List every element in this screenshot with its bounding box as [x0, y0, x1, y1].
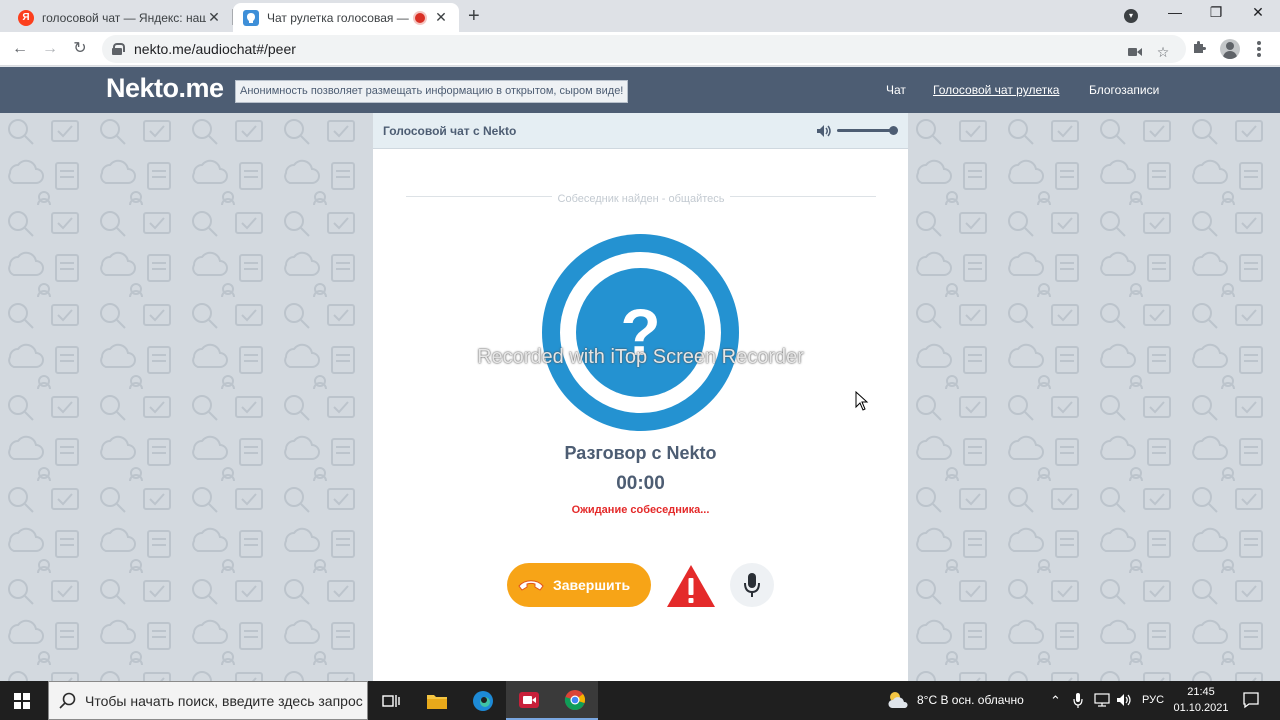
- back-button[interactable]: ←: [9, 38, 31, 60]
- tab-title: голосовой чат — Яндекс: нашлось: [42, 10, 206, 25]
- windows-start-icon[interactable]: [14, 693, 30, 709]
- microphone-tray-icon[interactable]: [1073, 693, 1083, 709]
- microphone-button[interactable]: [730, 563, 774, 607]
- new-tab-button[interactable]: +: [468, 5, 480, 28]
- search-placeholder: Чтобы начать поиск, введите здесь запрос: [85, 692, 363, 709]
- reload-button[interactable]: ↻: [69, 38, 91, 60]
- address-bar[interactable]: nekto.me/audiochat#/peer ☆: [102, 35, 1186, 63]
- restore-window-button[interactable]: ❐: [1201, 4, 1231, 21]
- volume-slider[interactable]: [837, 129, 895, 132]
- windows-taskbar: Чтобы начать поиск, введите здесь запрос…: [0, 681, 1280, 720]
- conversation-title: Разговор с Nekto: [564, 443, 717, 463]
- call-timer: 00:00: [616, 473, 665, 494]
- volume-icon[interactable]: [816, 124, 832, 138]
- nav-link-voice-roulette[interactable]: Голосовой чат рулетка: [933, 83, 1059, 97]
- mouse-cursor-icon: [855, 391, 869, 411]
- edge-browser-icon[interactable]: [460, 681, 506, 720]
- end-call-label: Завершить: [553, 577, 631, 593]
- report-warning-icon[interactable]: [665, 563, 717, 609]
- close-tab-icon[interactable]: ✕: [433, 9, 449, 26]
- nekto-icon: [243, 9, 259, 26]
- tab-yandex-search[interactable]: Я голосовой чат — Яндекс: нашлось ✕: [8, 3, 232, 32]
- browser-menu-icon[interactable]: [1257, 41, 1261, 59]
- doodle-pattern: [0, 113, 373, 681]
- notifications-icon[interactable]: [1242, 691, 1260, 709]
- close-window-button[interactable]: ✕: [1243, 4, 1273, 21]
- url-text[interactable]: nekto.me/audiochat#/peer: [134, 41, 296, 57]
- forward-button[interactable]: →: [39, 38, 61, 60]
- clock-date: 01.10.2021: [1173, 702, 1229, 714]
- status-divider: Собеседник найден - общайтесь: [406, 189, 876, 207]
- tab-nekto-audiochat[interactable]: Чат рулетка голосовая — Nekto ✕: [233, 3, 459, 32]
- end-call-button[interactable]: Завершить: [507, 563, 651, 607]
- taskbar-search-box[interactable]: Чтобы начать поиск, введите здесь запрос: [48, 681, 368, 720]
- profile-avatar[interactable]: [1220, 39, 1240, 59]
- minimize-window-button[interactable]: —: [1160, 4, 1190, 20]
- nav-link-chat[interactable]: Чат: [886, 83, 906, 97]
- background-pattern-left: [0, 113, 373, 681]
- panel-title: Голосовой чат с Nekto: [383, 124, 517, 138]
- clock-time: 21:45: [1187, 686, 1215, 698]
- lock-icon[interactable]: [112, 43, 125, 55]
- status-divider-text: Собеседник найден - общайтесь: [551, 193, 731, 205]
- extensions-puzzle-icon[interactable]: [1190, 39, 1208, 55]
- camera-icon[interactable]: [1126, 44, 1144, 60]
- voice-chat-panel: Голосовой чат с Nekto Собеседник найден …: [373, 113, 908, 681]
- tab-title: Чат рулетка голосовая — Nekto: [267, 10, 409, 25]
- weather-text[interactable]: 8°C В осн. облачно: [917, 693, 1024, 707]
- speaker-icon[interactable]: [1116, 693, 1134, 707]
- recording-indicator-icon: [415, 12, 425, 23]
- yandex-icon: Я: [18, 9, 34, 26]
- site-header: Nekto.me Анонимность позволяет размещать…: [0, 67, 1280, 113]
- system-clock[interactable]: 21:45 01.10.2021: [1172, 684, 1230, 716]
- input-language[interactable]: РУС: [1142, 694, 1164, 706]
- bookmark-star-icon[interactable]: ☆: [1154, 44, 1172, 60]
- panel-header: Голосовой чат с Nekto: [373, 113, 908, 149]
- microphone-icon: [744, 573, 760, 597]
- tab-search-icon[interactable]: ▾: [1124, 9, 1138, 23]
- browser-tab-strip: Я голосовой чат — Яндекс: нашлось ✕ Чат …: [0, 0, 1280, 32]
- search-icon: [59, 692, 76, 709]
- site-logo[interactable]: Nekto.me: [106, 73, 224, 104]
- doodle-pattern: [908, 113, 1280, 681]
- weather-cloudy-icon[interactable]: [887, 690, 909, 710]
- volume-slider-handle[interactable]: [889, 126, 898, 135]
- site-tagline: Анонимность позволяет размещать информац…: [235, 80, 629, 103]
- hang-up-phone-icon: [518, 580, 544, 591]
- show-hidden-icons-icon[interactable]: ⌃: [1050, 693, 1061, 709]
- browser-toolbar: ← → ↻ nekto.me/audiochat#/peer ☆: [0, 32, 1280, 66]
- screen-recorder-app-icon[interactable]: [506, 681, 552, 720]
- file-explorer-icon[interactable]: [414, 681, 460, 720]
- question-mark-icon: ?: [576, 268, 705, 397]
- waiting-status: Ожидание собеседника...: [571, 504, 710, 516]
- network-icon[interactable]: [1094, 693, 1110, 707]
- peer-avatar: ?: [542, 234, 739, 431]
- chrome-browser-icon[interactable]: [552, 681, 598, 720]
- task-view-icon[interactable]: [368, 681, 414, 720]
- close-tab-icon[interactable]: ✕: [206, 9, 222, 26]
- background-pattern-right: [908, 113, 1280, 681]
- nav-link-blog[interactable]: Блогозаписи: [1089, 83, 1159, 97]
